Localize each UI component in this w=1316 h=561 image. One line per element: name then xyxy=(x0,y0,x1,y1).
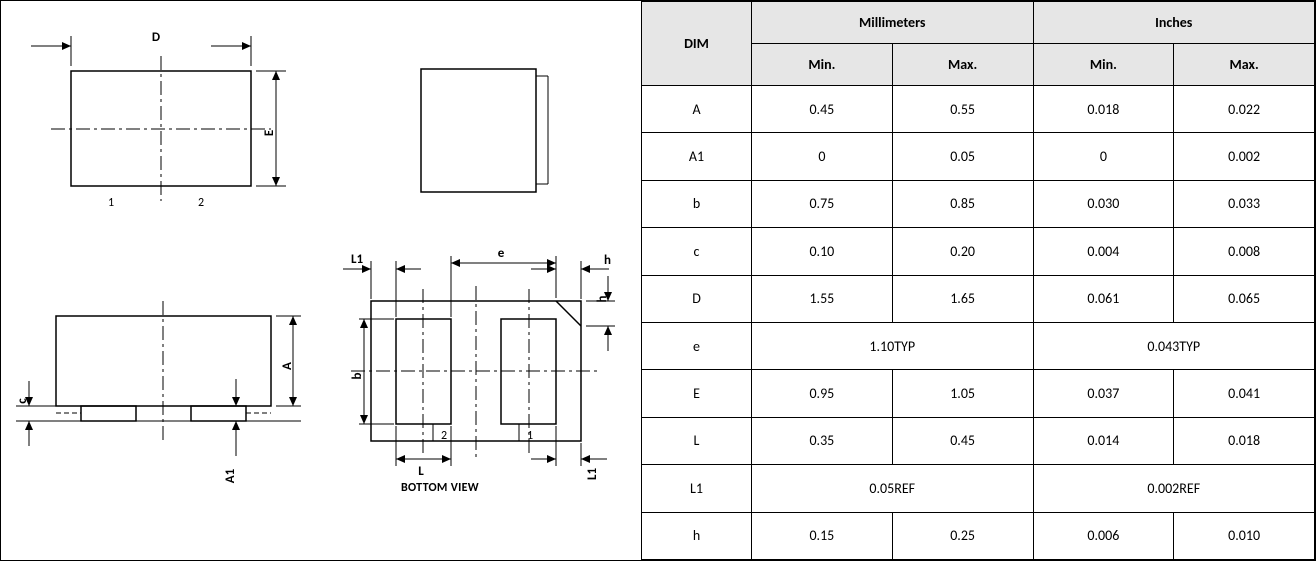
th-mm-max: Max. xyxy=(892,44,1033,86)
th-in-max: Max. xyxy=(1174,44,1315,86)
table-row: A0.450.550.0180.022 xyxy=(642,86,1315,133)
table-row: E0.951.050.0370.041 xyxy=(642,370,1315,417)
dim-b-label: b xyxy=(350,372,365,379)
th-in-min: Min. xyxy=(1033,44,1174,86)
pin-2-bottom: 2 xyxy=(441,429,447,443)
pin-2-top: 2 xyxy=(198,196,204,210)
table-row: h0.150.250.0060.010 xyxy=(642,512,1315,559)
mechanical-drawing-svg: D E 1 2 xyxy=(1,1,641,561)
pin-1-top: 1 xyxy=(108,196,114,210)
dim-L1b-label: L1 xyxy=(585,468,600,480)
dim-E-label: E xyxy=(262,130,277,136)
dim-A1-label: A1 xyxy=(223,468,238,483)
table-row: A100.0500.002 xyxy=(642,133,1315,180)
bottom-view-label: BOTTOM VIEW xyxy=(401,481,479,495)
drawing-panel: D E 1 2 xyxy=(1,1,641,560)
dimension-table: DIM Millimeters Inches Min. Max. Min. Ma… xyxy=(641,1,1315,560)
dim-L-label: L xyxy=(418,464,424,479)
table-row: L0.350.450.0140.018 xyxy=(642,417,1315,464)
table-row: e1.10TYP0.043TYP xyxy=(642,322,1315,369)
dim-A-label: A xyxy=(280,362,295,370)
page-container: D E 1 2 xyxy=(0,0,1316,561)
th-dim: DIM xyxy=(642,2,752,86)
dim-L1-label: L1 xyxy=(351,252,363,267)
table-row: b0.750.850.0300.033 xyxy=(642,180,1315,227)
dimension-table-panel: DIM Millimeters Inches Min. Max. Min. Ma… xyxy=(641,1,1315,560)
th-mm: Millimeters xyxy=(752,2,1034,44)
dimension-table-body: A0.450.550.0180.022 A100.0500.002 b0.750… xyxy=(642,86,1315,560)
table-row: c0.100.200.0040.008 xyxy=(642,228,1315,275)
pin-1-bottom: 1 xyxy=(527,429,533,443)
dim-hb-label: h xyxy=(595,295,610,302)
dim-c-label: c xyxy=(15,398,30,404)
th-mm-min: Min. xyxy=(752,44,893,86)
dim-h-label: h xyxy=(604,253,611,268)
table-row: L10.05REF0.002REF xyxy=(642,465,1315,512)
th-in: Inches xyxy=(1033,2,1315,44)
table-row: D1.551.650.0610.065 xyxy=(642,275,1315,322)
dim-e-label: e xyxy=(498,246,505,261)
dim-D-label: D xyxy=(152,30,160,45)
